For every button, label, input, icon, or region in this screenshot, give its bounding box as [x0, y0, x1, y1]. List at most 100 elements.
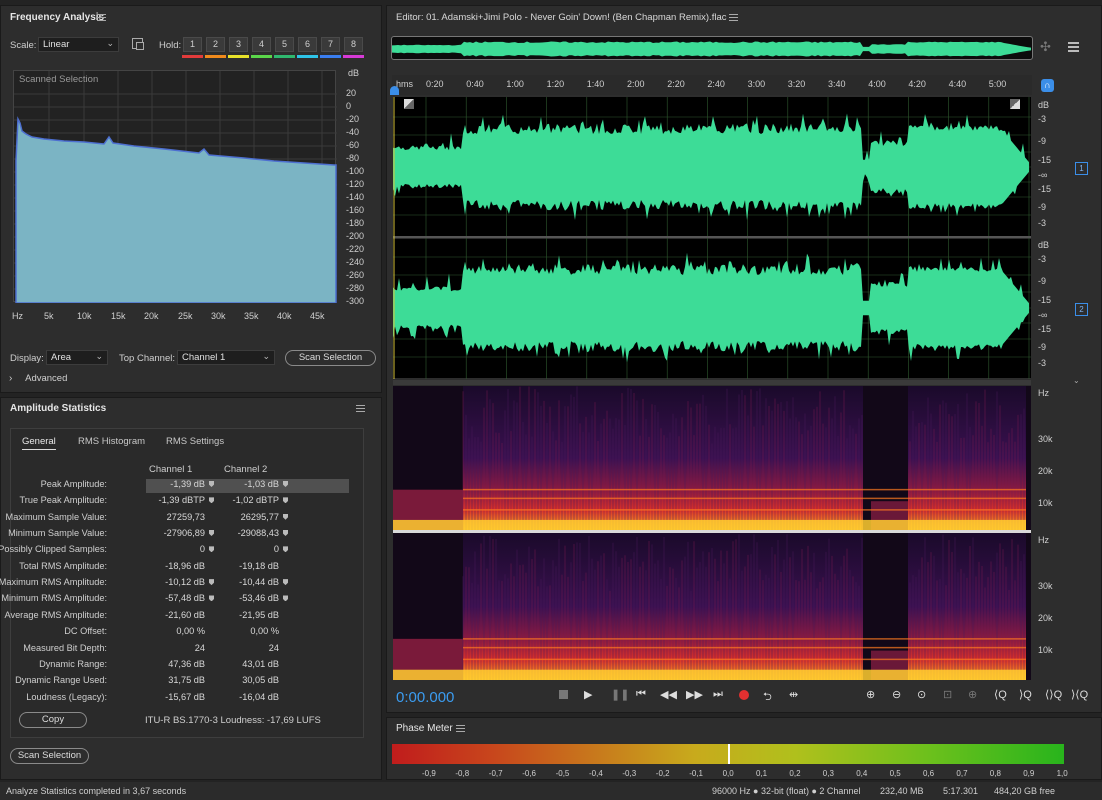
- go-to-end-icon[interactable]: ⏭: [713, 688, 723, 701]
- zoom-reset-icon[interactable]: ⊙: [917, 688, 926, 701]
- phase-tick: -0,9: [422, 769, 436, 778]
- phase-tick: -0,4: [589, 769, 603, 778]
- hold-button-1[interactable]: 1: [183, 37, 202, 52]
- time-tick: 3:00: [747, 79, 766, 89]
- zoom-out-full-icon[interactable]: ⟩⟨Q: [1071, 688, 1088, 701]
- go-to-start-icon[interactable]: ⏮: [636, 688, 646, 701]
- hold-button-6[interactable]: 6: [298, 37, 317, 52]
- zoom-in-point-icon[interactable]: ⟨⟩Q: [1045, 688, 1062, 701]
- ruler-tick: -15: [1038, 155, 1052, 166]
- list-view-icon[interactable]: [1068, 42, 1079, 52]
- marker-icon[interactable]: [209, 595, 214, 602]
- zoom-out-time-icon[interactable]: ⟨Q: [994, 688, 1007, 701]
- zoom-corner-icon[interactable]: [404, 99, 414, 109]
- fast-forward-icon[interactable]: ▶▶: [686, 688, 703, 701]
- marker-icon[interactable]: [209, 546, 214, 553]
- channel-1-value: 31,75 dB: [146, 675, 214, 685]
- panel-menu-icon[interactable]: [356, 405, 365, 412]
- value-text: 31,75 dB: [168, 675, 205, 686]
- scale-dropdown[interactable]: Linear ⌄: [38, 37, 119, 52]
- zoom-corner-icon[interactable]: [1010, 99, 1020, 109]
- phase-meter-title: Phase Meter: [396, 723, 453, 734]
- value-text: -1,39 dBTP: [158, 495, 205, 506]
- marker-icon[interactable]: [283, 579, 288, 586]
- chevron-down-icon[interactable]: ⌄: [1073, 376, 1080, 385]
- metronome-icon[interactable]: ✣: [1040, 40, 1054, 54]
- channel-1-badge[interactable]: 1: [1075, 162, 1088, 175]
- channel-2-value: 0: [220, 544, 288, 554]
- ruler-tick: -15: [1038, 184, 1052, 194]
- copy-button[interactable]: Copy: [19, 712, 87, 728]
- zoom-in-time-icon[interactable]: ⊕: [968, 688, 977, 701]
- display-dropdown[interactable]: Area ⌄: [46, 350, 108, 365]
- tab-rms-settings[interactable]: RMS Settings: [166, 436, 224, 447]
- spectrogram-channel-2[interactable]: [393, 533, 1031, 680]
- record-icon[interactable]: [739, 688, 749, 700]
- phase-tick: 0,4: [856, 769, 868, 778]
- channel-2-badge[interactable]: 2: [1075, 303, 1088, 316]
- skip-selection-icon[interactable]: ⇹: [789, 688, 798, 701]
- frequency-analysis-title: Frequency Analysis: [10, 12, 105, 23]
- marker-icon[interactable]: [283, 497, 288, 504]
- ruler-tick: -9: [1038, 342, 1047, 352]
- headphones-icon[interactable]: ∩: [1041, 79, 1054, 92]
- time-tick: 5:00: [988, 79, 1007, 89]
- hz-tick: 10k: [77, 311, 92, 321]
- row-label: Average RMS Amplitude:: [4, 609, 107, 620]
- rewind-icon[interactable]: ◀◀: [660, 688, 677, 701]
- table-row: Minimum Sample Value: -27906,89 -29088,43: [0, 528, 335, 544]
- hold-button-5[interactable]: 5: [275, 37, 294, 52]
- panel-menu-icon[interactable]: [456, 725, 465, 732]
- overview-waveform[interactable]: [391, 36, 1033, 60]
- hold-button-2[interactable]: 2: [206, 37, 225, 52]
- zoom-full-icon[interactable]: ⟩Q: [1019, 688, 1032, 701]
- zoom-selection-icon[interactable]: ⊡: [943, 688, 952, 701]
- chevron-right-icon: ›: [9, 373, 13, 384]
- zoom-in-amplitude-icon[interactable]: ⊕: [866, 688, 875, 701]
- panel-menu-icon[interactable]: [729, 14, 738, 21]
- hold-button-8[interactable]: 8: [344, 37, 363, 52]
- ruler-tick: -15: [1038, 295, 1052, 306]
- hold-button-7[interactable]: 7: [321, 37, 340, 52]
- ruler-tick: -9: [1038, 276, 1047, 286]
- status-file-size: 232,40 MB: [880, 786, 924, 796]
- hz-tick: 35k: [244, 311, 259, 321]
- loop-icon[interactable]: ⮌: [763, 688, 772, 707]
- tab-rms-histogram[interactable]: RMS Histogram: [78, 436, 145, 447]
- ruler-tick: dB: [1038, 240, 1050, 250]
- play-icon[interactable]: ▶: [584, 688, 592, 701]
- top-channel-dropdown[interactable]: Channel 1 ⌄: [177, 350, 275, 365]
- channel-1-value: -15,67 dB: [146, 692, 214, 702]
- amplitude-statistics-title: Amplitude Statistics: [10, 403, 107, 414]
- marker-icon[interactable]: [209, 530, 214, 537]
- marker-icon[interactable]: [283, 595, 288, 602]
- time-display[interactable]: 0:00.000: [396, 689, 454, 706]
- scan-selection-button[interactable]: Scan Selection: [10, 748, 89, 764]
- spectrogram-channel-1[interactable]: [393, 386, 1031, 530]
- hold-button-3[interactable]: 3: [229, 37, 248, 52]
- stop-icon[interactable]: [559, 688, 568, 699]
- playhead-marker[interactable]: [390, 86, 399, 95]
- channel-2-value: 24: [220, 643, 288, 653]
- scan-selection-button[interactable]: Scan Selection: [285, 350, 376, 366]
- ruler-tick: -3: [1038, 254, 1047, 265]
- marker-icon[interactable]: [283, 481, 288, 487]
- marker-icon[interactable]: [209, 497, 214, 504]
- marker-icon[interactable]: [283, 513, 288, 520]
- row-label: Peak Amplitude:: [40, 479, 107, 489]
- frequency-graph-svg: [14, 71, 337, 303]
- value-text: 47,36 dB: [168, 658, 205, 669]
- marker-icon[interactable]: [209, 481, 214, 487]
- advanced-toggle[interactable]: › Advanced: [9, 373, 89, 385]
- hold-button-4[interactable]: 4: [252, 37, 271, 52]
- splitter-handle[interactable]: [393, 380, 1031, 385]
- zoom-out-amplitude-icon[interactable]: ⊖: [892, 688, 901, 701]
- panel-menu-icon[interactable]: [97, 14, 106, 21]
- pause-icon[interactable]: ❚❚: [611, 688, 629, 701]
- marker-icon[interactable]: [283, 530, 288, 537]
- marker-icon[interactable]: [209, 579, 214, 586]
- db-tick: 0: [346, 101, 352, 111]
- snapshot-icon[interactable]: [132, 38, 144, 50]
- marker-icon[interactable]: [283, 546, 288, 553]
- tab-general[interactable]: General: [22, 436, 56, 450]
